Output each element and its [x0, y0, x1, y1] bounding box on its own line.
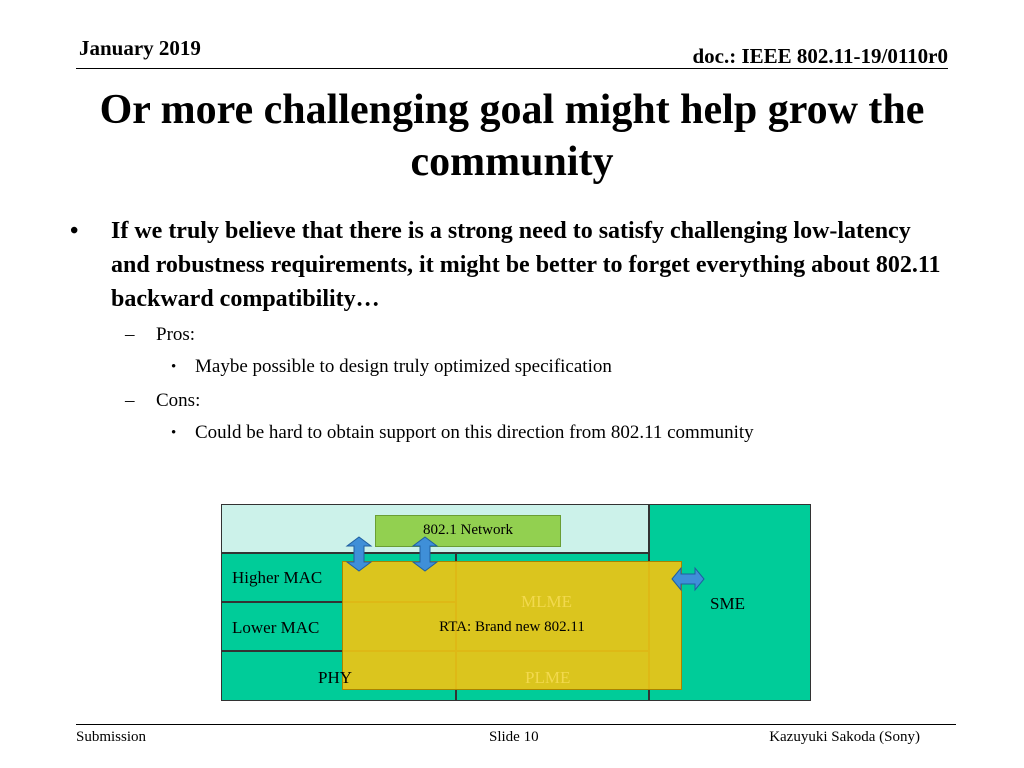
up-down-arrow-icon: [345, 536, 373, 572]
up-down-arrow-icon: [411, 536, 439, 572]
sub-bullet-marker: •: [171, 425, 177, 441]
cons-label: Cons:: [156, 390, 201, 411]
network-label: 802.1 Network: [423, 522, 513, 538]
rta-label: RTA: Brand new 802.11: [439, 619, 585, 635]
footer-author: Kazuyuki Sakoda (Sony): [769, 729, 920, 745]
pros-subitem-text: Maybe possible to design truly optimized…: [195, 356, 612, 377]
sme-label: SME: [710, 594, 745, 613]
header-date: January 2019: [79, 36, 201, 60]
bullet-marker: •: [70, 218, 79, 244]
footer-slide-number: Slide 10: [489, 729, 539, 745]
sub-bullet-marker: •: [171, 359, 177, 375]
main-bullet-text: If we truly believe that there is a stro…: [111, 218, 941, 312]
left-right-arrow-icon: [671, 566, 705, 592]
phy-label: PHY: [318, 668, 353, 687]
header-rule: [76, 68, 948, 69]
footer-rule: [76, 724, 956, 725]
header-doc-id: doc.: IEEE 802.11-19/0110r0: [692, 44, 948, 68]
footer-submission: Submission: [76, 729, 147, 745]
cons-subitem-text: Could be hard to obtain support on this …: [195, 422, 754, 443]
lower-mac-label: Lower MAC: [232, 618, 320, 637]
architecture-diagram: 802.1 Network MLME PLME Higher MAC Lower…: [221, 504, 811, 701]
dash-marker: –: [125, 324, 135, 345]
dash-marker: –: [125, 390, 135, 411]
plme-label: PLME: [525, 668, 571, 687]
higher-mac-label: Higher MAC: [232, 568, 323, 587]
slide-title: Or more challenging goal might help grow…: [99, 87, 925, 185]
pros-label: Pros:: [156, 324, 196, 345]
mlme-label: MLME: [521, 592, 572, 611]
